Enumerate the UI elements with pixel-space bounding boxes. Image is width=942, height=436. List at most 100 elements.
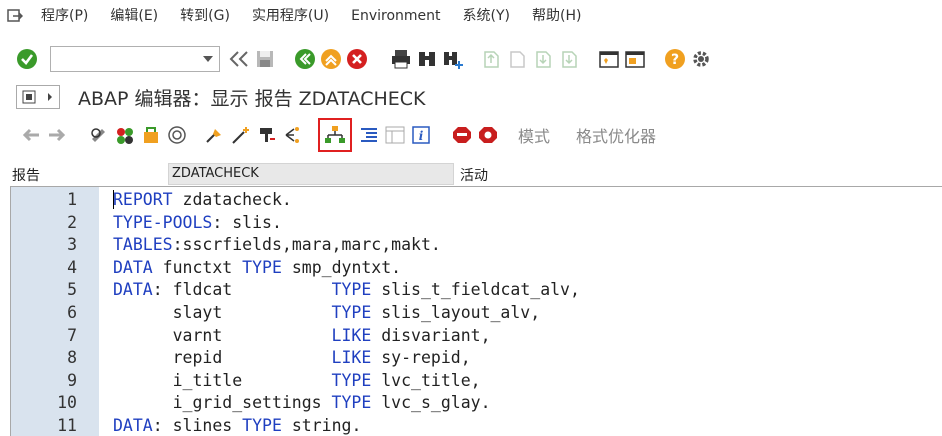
code-line[interactable]: 2 TYPE-POOLS: slis. bbox=[11, 212, 942, 235]
code-text: i_grid_settings TYPE lvc_s_glay. bbox=[113, 392, 491, 415]
active-inactive-icon[interactable] bbox=[112, 122, 138, 148]
code-line[interactable]: 1 REPORT zdatacheck. bbox=[11, 189, 942, 212]
code-token: disvariant, bbox=[371, 325, 491, 345]
new-session-icon[interactable] bbox=[596, 46, 622, 72]
shortcut-icon[interactable] bbox=[622, 46, 648, 72]
code-line[interactable]: 6 slayt TYPE slis_layout_alv, bbox=[11, 302, 942, 325]
code-text: TABLES:sscrfields,mara,marc,makt. bbox=[113, 234, 441, 257]
find-next-icon[interactable] bbox=[440, 46, 466, 72]
breakpoint-stop-icon[interactable] bbox=[450, 122, 476, 148]
exit-icon[interactable] bbox=[318, 46, 344, 72]
object-list-button[interactable] bbox=[318, 118, 352, 152]
line-number: 2 bbox=[67, 212, 77, 232]
code-token: :sscrfields,mara,marc,makt. bbox=[172, 235, 441, 255]
arrow-right-icon[interactable] bbox=[44, 122, 70, 148]
settings-gear-icon[interactable] bbox=[688, 46, 714, 72]
display-change-icon[interactable] bbox=[86, 122, 112, 148]
svg-text:i: i bbox=[419, 129, 424, 143]
arrow-left-icon[interactable] bbox=[18, 122, 44, 148]
code-text: DATA: fldcat TYPE slis_t_fieldcat_alv, bbox=[113, 279, 580, 302]
code-token: i_grid_settings bbox=[113, 393, 332, 413]
activate-icon[interactable] bbox=[202, 122, 228, 148]
system-toolbar: ? bbox=[0, 40, 942, 78]
report-label: 报告 bbox=[12, 168, 40, 184]
menu-utilities[interactable]: 实用程序(U) bbox=[241, 0, 340, 32]
other-object-icon[interactable] bbox=[138, 122, 164, 148]
cancel-icon[interactable] bbox=[344, 46, 370, 72]
enter-check-icon[interactable] bbox=[14, 46, 40, 72]
report-name-field[interactable]: ZDATACHECK bbox=[168, 163, 454, 185]
title-bar: ABAP 编辑器：显示 报告 ZDATACHECK bbox=[0, 82, 942, 112]
line-number: 1 bbox=[67, 190, 77, 209]
code-text: varnt LIKE disvariant, bbox=[113, 325, 491, 348]
code-text: slayt TYPE slis_layout_alv, bbox=[113, 302, 541, 325]
line-number: 10 bbox=[57, 393, 77, 413]
line-number: 11 bbox=[57, 416, 77, 435]
code-token: lvc_s_glay. bbox=[371, 393, 491, 413]
previous-page-icon[interactable] bbox=[504, 46, 530, 72]
screen-menu-icon[interactable] bbox=[16, 85, 60, 109]
code-text: repid LIKE sy-repid, bbox=[113, 347, 471, 370]
command-field[interactable] bbox=[50, 46, 220, 72]
code-line[interactable]: 4 DATA functxt TYPE smp_dyntxt. bbox=[11, 257, 942, 280]
code-token: i_title bbox=[113, 370, 332, 390]
code-line[interactable]: 5 DATA: fldcat TYPE slis_t_fieldcat_alv, bbox=[11, 279, 942, 302]
menu-system[interactable]: 系统(Y) bbox=[452, 0, 521, 32]
code-token: : slis. bbox=[212, 212, 282, 232]
line-number: 8 bbox=[67, 348, 77, 368]
code-token: : fldcat bbox=[152, 280, 332, 300]
code-text: DATA: slines TYPE string. bbox=[113, 415, 361, 436]
double-chevron-left-icon[interactable] bbox=[226, 46, 252, 72]
next-page-icon[interactable] bbox=[530, 46, 556, 72]
find-icon[interactable] bbox=[414, 46, 440, 72]
info-icon[interactable]: i bbox=[408, 122, 434, 148]
code-token: zdatacheck. bbox=[172, 190, 292, 209]
chevron-down-icon[interactable] bbox=[203, 56, 213, 62]
keyword-token: DATA bbox=[113, 416, 153, 435]
keyword-token: TABLES bbox=[113, 235, 173, 255]
code-token: sy-repid, bbox=[371, 348, 471, 368]
code-text: TYPE-POOLS: slis. bbox=[113, 212, 282, 235]
code-token: slis_t_fieldcat_alv, bbox=[371, 280, 580, 300]
first-page-icon[interactable] bbox=[478, 46, 504, 72]
help-icon[interactable]: ? bbox=[662, 46, 688, 72]
menu-help[interactable]: 帮助(H) bbox=[521, 0, 592, 32]
keyword-token: TYPE bbox=[242, 257, 282, 277]
pretty-printer-button[interactable]: 格式优化器 bbox=[576, 123, 656, 147]
menu-program[interactable]: 程序(P) bbox=[30, 0, 99, 32]
last-page-icon[interactable] bbox=[556, 46, 582, 72]
layout-icon[interactable] bbox=[382, 122, 408, 148]
svg-text:?: ? bbox=[671, 52, 679, 68]
code-token: functxt bbox=[152, 257, 243, 277]
keyword-token: LIKE bbox=[331, 325, 372, 345]
menu-exit-icon[interactable] bbox=[0, 0, 30, 32]
code-line[interactable]: 3 TABLES:sscrfields,mara,marc,makt. bbox=[11, 234, 942, 257]
indent-icon[interactable] bbox=[356, 122, 382, 148]
page-title: ABAP 编辑器：显示 报告 ZDATACHECK bbox=[78, 87, 426, 110]
code-token: lvc_title, bbox=[371, 370, 481, 390]
menu-goto[interactable]: 转到(G) bbox=[169, 0, 241, 32]
code-editor[interactable]: 1 REPORT zdatacheck. 2 TYPE-POOLS: slis. 3 TA… bbox=[10, 186, 942, 436]
save-icon[interactable] bbox=[252, 46, 278, 72]
where-used-icon[interactable] bbox=[254, 122, 280, 148]
keyword-token: TYPE-POOLS bbox=[113, 212, 213, 232]
menu-edit[interactable]: 编辑(E) bbox=[99, 0, 169, 32]
code-line[interactable]: 7 varnt LIKE disvariant, bbox=[11, 325, 942, 348]
code-line[interactable]: 9 i_title TYPE lvc_title, bbox=[11, 370, 942, 393]
keyword-token: DATA bbox=[113, 257, 153, 277]
check-syntax-icon[interactable] bbox=[164, 122, 190, 148]
code-line[interactable]: 11 DATA: slines TYPE string. bbox=[11, 415, 942, 436]
keyword-token: TYPE bbox=[331, 370, 372, 390]
back-icon[interactable] bbox=[292, 46, 318, 72]
menu-environment[interactable]: Environment bbox=[340, 0, 451, 32]
navigation-tree-icon[interactable] bbox=[280, 122, 306, 148]
line-number: 4 bbox=[67, 257, 77, 277]
external-breakpoint-icon[interactable] bbox=[476, 122, 502, 148]
code-line[interactable]: 8 repid LIKE sy-repid, bbox=[11, 347, 942, 370]
magic-wand-icon[interactable] bbox=[228, 122, 254, 148]
line-number: 6 bbox=[67, 303, 77, 322]
code-token: : slines bbox=[152, 416, 243, 435]
pattern-button[interactable]: 模式 bbox=[518, 123, 550, 147]
code-line[interactable]: 10 i_grid_settings TYPE lvc_s_glay. bbox=[11, 392, 942, 415]
print-icon[interactable] bbox=[388, 46, 414, 72]
